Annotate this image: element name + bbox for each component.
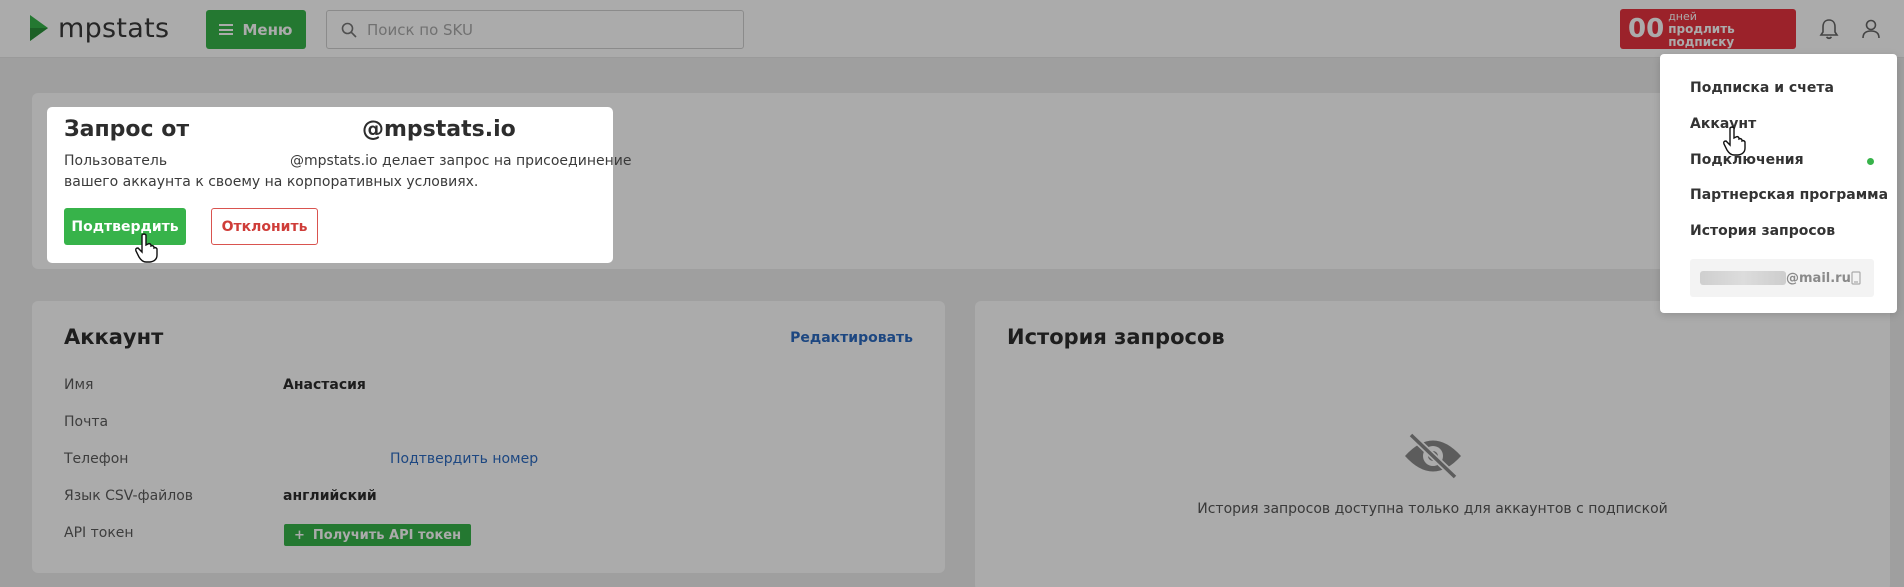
menu-item-subscription[interactable]: Подписка и счета <box>1690 80 1834 96</box>
request-title-prefix: Запрос от <box>64 117 190 142</box>
menu-item-partner-program[interactable]: Партнерская программа <box>1690 187 1888 203</box>
request-text-prefix: Пользователь <box>64 153 168 169</box>
corporate-request-modal: Запрос от @mpstats.io Пользователь @mpst… <box>47 107 631 263</box>
decline-button[interactable]: Отклонить <box>211 208 318 245</box>
email-redacted <box>1700 271 1786 285</box>
confirm-button[interactable]: Подтвердить <box>64 208 186 245</box>
request-text-line2: вашего аккаунта к своему на корпоративны… <box>64 174 479 190</box>
copy-icon[interactable] <box>1850 271 1862 285</box>
user-dropdown-menu: Подписка и счета Аккаунт Подключения Пар… <box>1660 54 1897 313</box>
request-title-domain: @mpstats.io <box>362 117 516 142</box>
request-text-rest: @mpstats.io делает запрос на присоединен… <box>290 153 632 169</box>
user-email-box[interactable]: @mail.ru <box>1690 259 1874 297</box>
request-title: Запрос от @mpstats.io <box>64 117 516 142</box>
connection-status-dot <box>1867 158 1874 165</box>
hand-cursor-icon <box>135 233 158 263</box>
modal-backdrop[interactable] <box>0 0 1904 587</box>
menu-item-request-history[interactable]: История запросов <box>1690 223 1835 239</box>
hand-cursor-icon <box>1723 126 1746 156</box>
request-description: Пользователь @mpstats.io делает запрос н… <box>64 151 631 193</box>
email-domain: @mail.ru <box>1786 270 1851 286</box>
